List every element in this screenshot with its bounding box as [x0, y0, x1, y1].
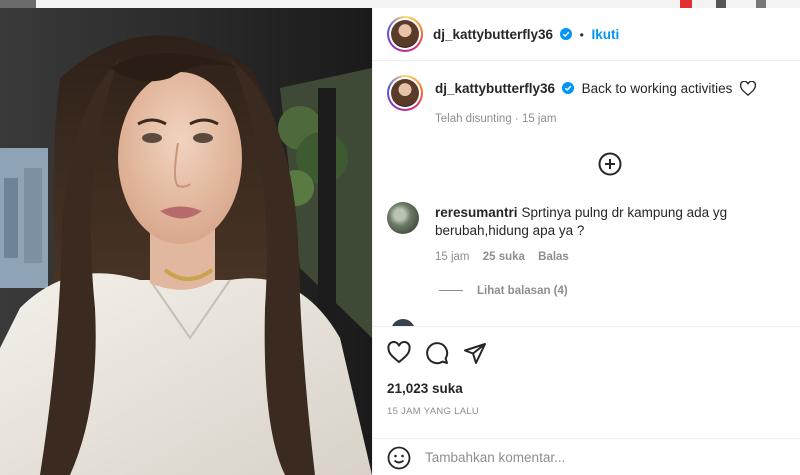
heart-outline-icon [740, 80, 757, 99]
browser-top-strip [0, 0, 800, 8]
caption-body: Back to working activities [581, 81, 733, 96]
follow-button[interactable]: Ikuti [592, 27, 620, 42]
like-count[interactable]: 21,023 suka [387, 381, 463, 396]
caption-avatar[interactable] [387, 75, 423, 111]
heart-icon [387, 340, 411, 364]
browser-extension-icon [680, 0, 692, 8]
post-time: 15 JAM YANG LALU [387, 406, 480, 417]
comment-text: reresumantri Sprtinya pulng dr kampung ad… [435, 204, 775, 240]
verified-badge-icon [561, 82, 574, 94]
commenter-avatar[interactable] [387, 202, 419, 234]
share-button[interactable] [463, 341, 487, 365]
verified-badge-icon [559, 28, 572, 40]
view-replies-link[interactable]: Lihat balasan (4) [439, 285, 568, 297]
browser-toolbar-icon [756, 0, 766, 8]
like-button[interactable] [387, 340, 411, 365]
next-comment-avatar[interactable] [391, 319, 415, 326]
comment-likes[interactable]: 25 suka [483, 251, 525, 263]
add-comment-bar [373, 438, 800, 475]
emoji-button[interactable] [387, 446, 411, 470]
commenter-username[interactable]: reresumantri [435, 205, 518, 220]
replies-divider [439, 290, 463, 291]
reply-button[interactable]: Balas [538, 251, 569, 263]
post-photo-image [0, 8, 372, 475]
load-more-comments-button[interactable] [598, 152, 622, 176]
post-header: dj_kattybutterfly36 • Ikuti [373, 8, 800, 61]
comment-icon [426, 342, 449, 365]
view-replies-label: Lihat balasan (4) [477, 285, 568, 297]
share-icon [464, 343, 486, 364]
caption-meta: Telah disunting · 15 jam [435, 113, 557, 125]
browser-tab-fragment [0, 0, 36, 8]
comment-input[interactable] [425, 444, 675, 470]
author-username[interactable]: dj_kattybutterfly36 [433, 27, 553, 42]
comment-meta: 15 jam 25 suka Balas [435, 251, 579, 263]
comment-button[interactable] [425, 341, 449, 365]
author-avatar[interactable] [387, 16, 423, 52]
emoji-icon [387, 446, 411, 470]
author-info: dj_kattybutterfly36 • Ikuti [433, 27, 619, 42]
post-detail-panel: dj_kattybutterfly36 • Ikuti dj_kattybutt… [372, 8, 800, 475]
caption-username[interactable]: dj_kattybutterfly36 [435, 81, 555, 96]
separator-dot: • [579, 28, 584, 42]
comment-time: 15 jam [435, 251, 470, 263]
plus-circle-icon [598, 152, 622, 176]
comments-section: dj_kattybutterfly36 Back to working acti… [373, 62, 800, 326]
post-photo[interactable] [0, 8, 372, 475]
browser-toolbar-icon [716, 0, 726, 8]
caption-text: dj_kattybutterfly36 Back to working acti… [435, 80, 757, 99]
action-bar: 21,023 suka 15 JAM YANG LALU [373, 326, 800, 438]
